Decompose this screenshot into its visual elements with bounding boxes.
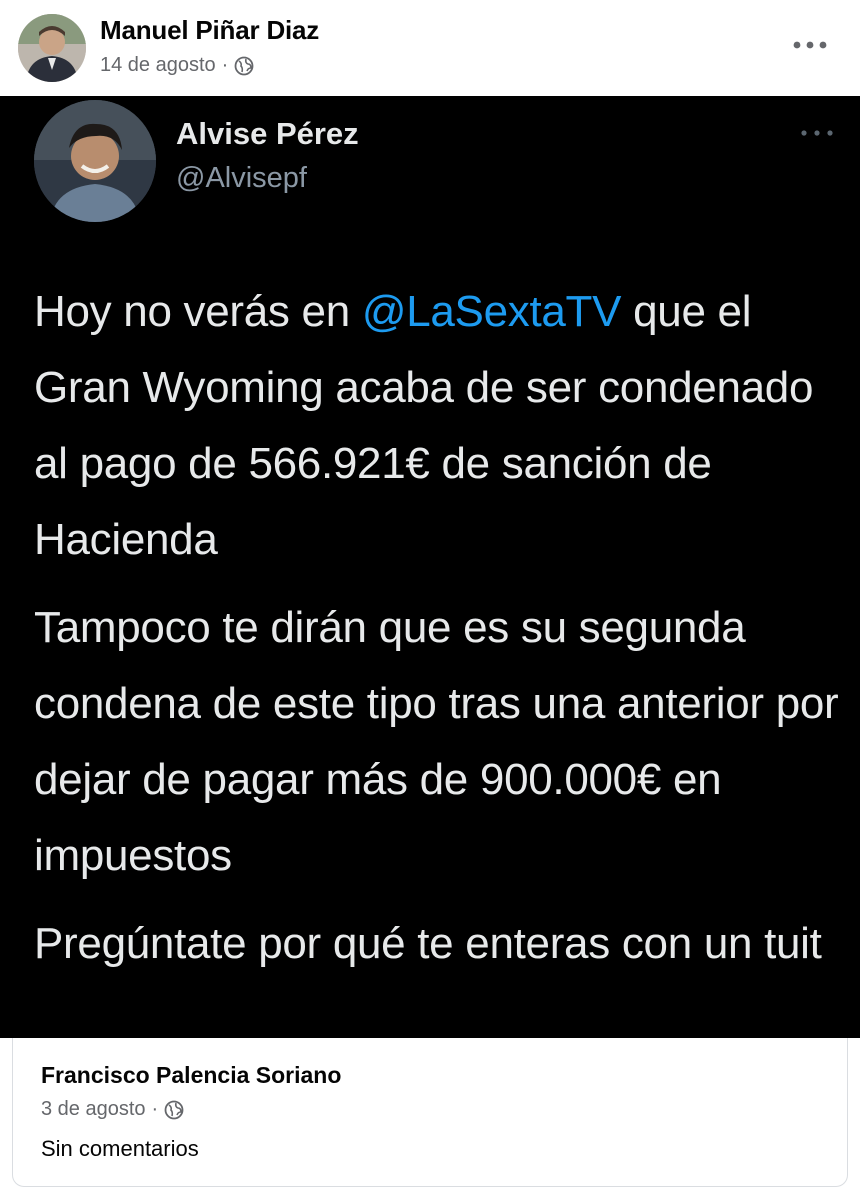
- tweet-avatar: [34, 100, 156, 222]
- post-header: Manuel Piñar Diaz 14 de agosto ·: [0, 0, 860, 96]
- tweet-text: Hoy no verás en @LaSextaTV que el Gran W…: [34, 274, 844, 994]
- globe-icon[interactable]: [234, 56, 254, 76]
- tweet-author-handle: @Alvisepf: [176, 162, 307, 194]
- post-date[interactable]: 14 de agosto: [100, 54, 216, 77]
- tweet-text-before-mention: Hoy no verás en: [34, 287, 362, 336]
- tweet-image[interactable]: Alvise Pérez @Alvisepf Hoy no verás en @…: [0, 96, 860, 1038]
- shared-meta: 3 de agosto ·: [41, 1098, 184, 1121]
- shared-author-name[interactable]: Francisco Palencia Soriano: [41, 1062, 341, 1089]
- shared-post-card[interactable]: Francisco Palencia Soriano 3 de agosto ·…: [12, 1038, 848, 1187]
- globe-icon: [164, 1100, 184, 1120]
- post-more-button[interactable]: [790, 30, 830, 60]
- tweet-paragraph-2: Tampoco te dirán que es su segunda conde…: [34, 603, 839, 880]
- author-avatar[interactable]: [18, 14, 86, 82]
- meta-separator: ·: [221, 54, 229, 76]
- meta-separator: ·: [151, 1098, 159, 1120]
- tweet-more-icon: [800, 126, 834, 140]
- post-author-name[interactable]: Manuel Piñar Diaz: [100, 15, 319, 46]
- post-meta: 14 de agosto ·: [100, 54, 254, 77]
- tweet-paragraph-3: Pregúntate por qué te enteras con un tui…: [34, 919, 822, 968]
- mention-link[interactable]: @LaSextaTV: [362, 287, 622, 336]
- shared-date[interactable]: 3 de agosto: [41, 1098, 146, 1121]
- ellipsis-icon: [793, 41, 827, 49]
- tweet-paragraph-1: Hoy no verás en @LaSextaTV que el Gran W…: [34, 274, 844, 578]
- tweet-author-name: Alvise Pérez: [176, 116, 359, 151]
- shared-post-text: Sin comentarios: [41, 1136, 199, 1161]
